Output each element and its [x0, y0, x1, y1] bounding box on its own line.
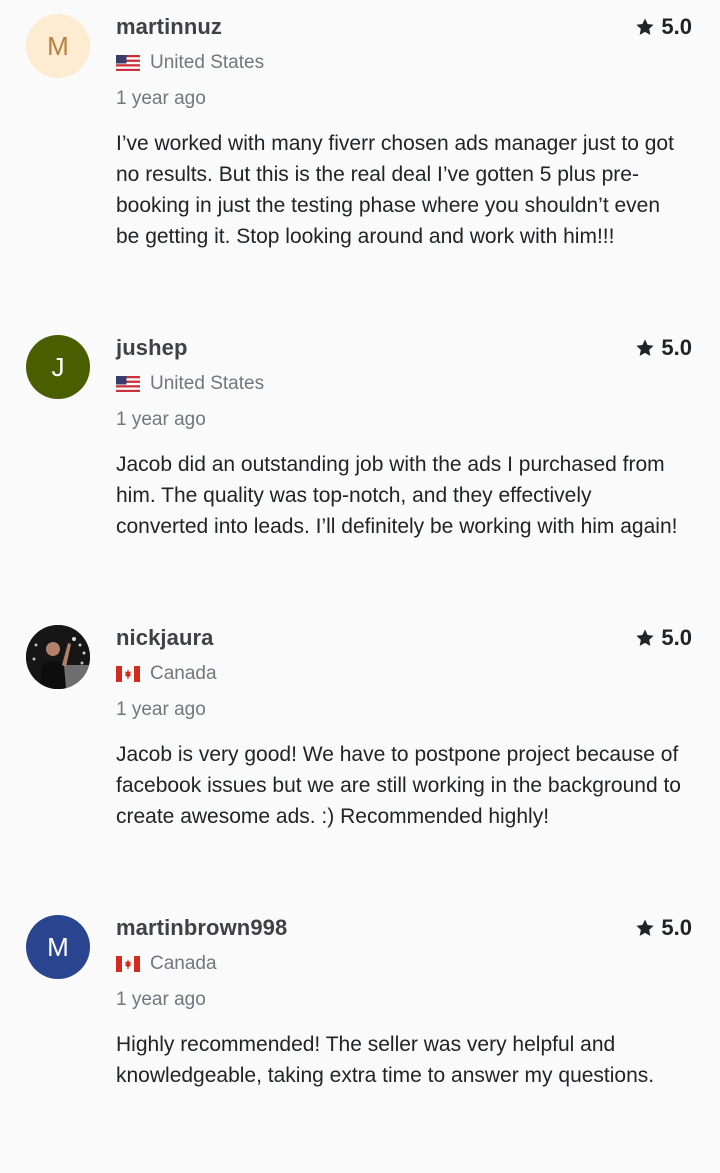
- review-time: 1 year ago: [116, 699, 206, 720]
- country-name: Canada: [150, 663, 217, 684]
- star-icon: [636, 18, 654, 35]
- rating-value: 5.0: [661, 14, 692, 39]
- avatar-photo: [26, 625, 90, 689]
- reviewer-country: United States: [116, 373, 264, 395]
- review-text: Jacob is very good! We have to postpone …: [116, 743, 681, 828]
- avatar[interactable]: M: [26, 14, 90, 78]
- avatar-letter: M: [47, 30, 69, 61]
- reviewer-username[interactable]: martinbrown998: [116, 915, 287, 941]
- country-name: Canada: [150, 953, 217, 974]
- rating-value: 5.0: [661, 335, 692, 360]
- rating-value: 5.0: [661, 915, 692, 940]
- reviewer-country: United States: [116, 52, 264, 74]
- avatar-letter: M: [47, 931, 69, 962]
- avatar-letter: J: [51, 351, 65, 382]
- avatar[interactable]: M: [26, 915, 90, 979]
- review-text: Jacob did an outstanding job with the ad…: [116, 453, 678, 538]
- country-name: United States: [150, 373, 265, 394]
- review-text: I’ve worked with many fiverr chosen ads …: [116, 132, 674, 248]
- rating: 5.0: [635, 625, 692, 651]
- reviewer-country: Canada: [116, 663, 217, 685]
- country-name: United States: [150, 52, 265, 73]
- review-time: 1 year ago: [116, 989, 206, 1010]
- star-icon: [636, 919, 654, 936]
- ca-flag-icon: [116, 956, 140, 972]
- rating: 5.0: [635, 335, 692, 361]
- rating: 5.0: [635, 915, 692, 941]
- review-time: 1 year ago: [116, 409, 206, 430]
- reviewer-username[interactable]: jushep: [116, 335, 188, 361]
- ca-flag-icon: [116, 666, 140, 682]
- star-icon: [636, 339, 654, 356]
- avatar[interactable]: [26, 625, 90, 689]
- rating-value: 5.0: [661, 625, 692, 650]
- review-text: Highly recommended! The seller was very …: [116, 1033, 655, 1087]
- reviewer-username[interactable]: nickjaura: [116, 625, 214, 651]
- rating: 5.0: [635, 14, 692, 40]
- review-time: 1 year ago: [116, 88, 206, 109]
- us-flag-icon: [116, 55, 140, 71]
- reviewer-country: Canada: [116, 953, 217, 975]
- star-icon: [636, 629, 654, 646]
- avatar[interactable]: J: [26, 335, 90, 399]
- us-flag-icon: [116, 376, 140, 392]
- reviewer-username[interactable]: martinnuz: [116, 14, 222, 40]
